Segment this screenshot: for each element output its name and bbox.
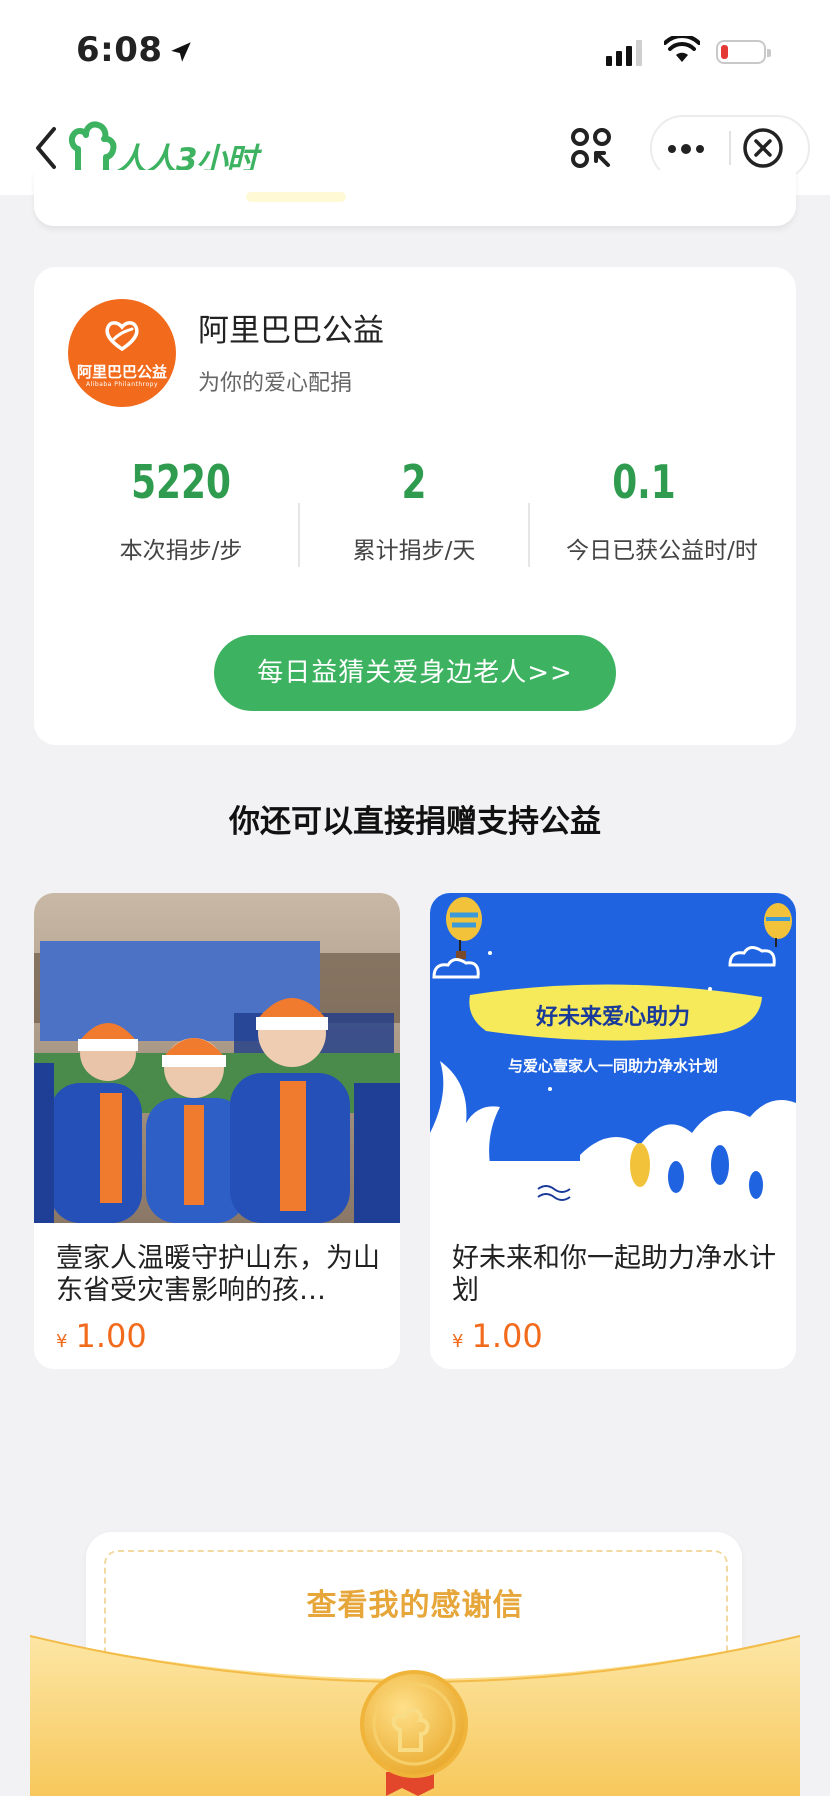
stat-hours-label: 今日已获公益时/时 (566, 538, 758, 564)
donation-summary-card: 阿里巴巴公益 Alibaba Philanthropy 阿里巴巴公益 为你的爱心… (34, 267, 796, 745)
more-options-icon[interactable] (664, 127, 708, 171)
heart-logo-icon (105, 321, 139, 352)
location-arrow-icon (171, 42, 191, 62)
status-time: 6:08 (76, 30, 163, 70)
org-subtitle: 为你的爱心配捐 (198, 371, 353, 396)
project-price: ¥1.00 (452, 1317, 543, 1355)
stat-steps-label: 本次捐步/步 (119, 538, 243, 564)
app-logo-icon (68, 121, 117, 176)
stat-steps-value: 5220 (131, 455, 231, 509)
back-chevron-icon[interactable] (32, 123, 60, 173)
project-photo-children (34, 893, 400, 1223)
project-price: ¥1.00 (56, 1317, 147, 1355)
cellular-signal-icon (606, 40, 642, 66)
poster-title: 好未来爱心助力 (535, 1004, 690, 1030)
project-title: 壹家人温暖守护山东，为山东省受灾害影响的孩… (56, 1243, 380, 1306)
org-logo-text-en: Alibaba Philanthropy (85, 381, 159, 388)
previous-card-edge (34, 170, 796, 226)
section-title: 你还可以直接捐赠支持公益 (229, 804, 601, 840)
status-bar: 6:08 (0, 0, 830, 105)
currency-symbol: ¥ (452, 1331, 464, 1352)
close-miniprogram-icon[interactable] (742, 127, 784, 169)
daily-quiz-button[interactable]: 每日益猜关爱身边老人>> (214, 635, 616, 711)
stat-days-value: 2 (401, 455, 427, 509)
project-card[interactable]: 壹家人温暖守护山东，为山东省受灾害影响的孩… ¥1.00 (34, 893, 400, 1369)
currency-symbol: ¥ (56, 1331, 68, 1352)
wifi-icon (664, 36, 700, 62)
battery-icon (716, 40, 771, 64)
price-value: 1.00 (471, 1317, 543, 1355)
org-logo-text-cn: 阿里巴巴公益 (76, 363, 167, 381)
project-title: 好未来和你一起助力净水计划 (452, 1243, 776, 1306)
stat-divider (528, 503, 530, 567)
poster-subtitle: 与爱心壹家人一同助力净水计划 (508, 1057, 718, 1075)
project-card[interactable]: 好未来爱心助力 与爱心壹家人一同助力净水计划 好未来和你一起助力净水计划 ¥1.… (430, 893, 796, 1369)
view-thank-you-letter-label[interactable]: 查看我的感谢信 (0, 1580, 830, 1624)
scan-icon[interactable] (570, 127, 614, 171)
org-logo: 阿里巴巴公益 Alibaba Philanthropy (68, 299, 176, 407)
stat-hours-value: 0.1 (612, 455, 676, 509)
stat-days-label: 累计捐步/天 (352, 538, 476, 564)
price-value: 1.00 (75, 1317, 147, 1355)
org-name: 阿里巴巴公益 (198, 313, 384, 349)
project-poster-water: 好未来爱心助力 与爱心壹家人一同助力净水计划 (430, 893, 796, 1223)
envelope-with-medal-icon (30, 1635, 800, 1796)
